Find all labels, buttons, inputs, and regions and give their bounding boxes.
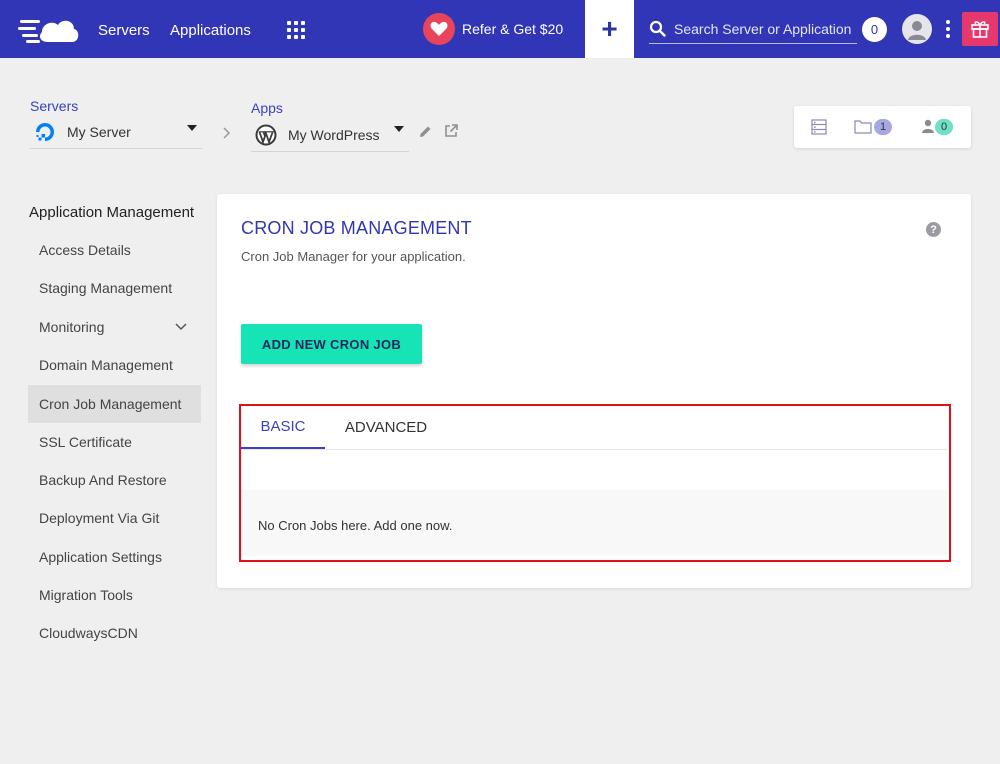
wordpress-icon: [255, 124, 277, 145]
sidebar-item-cloudwayscdn[interactable]: CloudwaysCDN: [28, 614, 201, 652]
sidebar-item-application-settings[interactable]: Application Settings: [28, 538, 201, 576]
annotation-highlight-box: [239, 404, 951, 562]
sidebar-item-cron-job-management[interactable]: Cron Job Management: [28, 385, 201, 423]
notification-count-badge[interactable]: 0: [862, 17, 887, 42]
sidebar-title: Application Management: [29, 204, 195, 221]
add-new-button[interactable]: +: [585, 0, 634, 58]
app-stats-card: 1 0: [794, 106, 971, 148]
server-name: My Server: [67, 123, 131, 140]
sidebar-item-monitoring[interactable]: Monitoring: [28, 308, 201, 346]
sidebar-item-label: Deployment Via Git: [39, 510, 160, 526]
heart-icon: [423, 13, 455, 45]
nav-servers[interactable]: Servers: [98, 22, 150, 39]
app-selector[interactable]: My WordPress: [251, 118, 409, 152]
digitalocean-icon: [36, 122, 54, 141]
refer-label: Refer & Get $20: [462, 21, 564, 37]
server-dropdown-caret-icon[interactable]: [187, 125, 197, 131]
sidebar-item-label: Access Details: [39, 242, 131, 258]
pencil-icon[interactable]: [419, 125, 432, 138]
sidebar-item-label: Domain Management: [39, 357, 173, 373]
folder-icon[interactable]: [854, 119, 872, 134]
sidebar-item-label: Application Settings: [39, 549, 162, 565]
gift-icon[interactable]: [962, 12, 998, 46]
apps-crumb-label: Apps: [251, 100, 283, 116]
folders-count-badge: 1: [874, 119, 892, 135]
app-dropdown-caret-icon[interactable]: [394, 126, 404, 132]
chevron-down-icon[interactable]: [175, 323, 187, 331]
sidebar-item-access-details[interactable]: Access Details: [28, 231, 201, 269]
kebab-menu-icon[interactable]: [946, 20, 950, 38]
sidebar-item-label: SSL Certificate: [39, 434, 132, 450]
page-title: CRON JOB MANAGEMENT: [241, 218, 472, 238]
top-navigation-bar: Servers Applications Refer & Get $20 + 0: [0, 0, 1000, 58]
sidebar-item-ssl-certificate[interactable]: SSL Certificate: [28, 423, 201, 461]
sidebar-item-label: Staging Management: [39, 280, 173, 296]
sidebar-item-backup-and-restore[interactable]: Backup And Restore: [28, 461, 201, 499]
sidebar-item-label: CloudwaysCDN: [39, 625, 138, 641]
cloudways-logo-icon[interactable]: [18, 12, 80, 46]
app-name: My WordPress: [288, 126, 380, 143]
add-new-cron-job-button[interactable]: ADD NEW CRON JOB: [241, 324, 422, 364]
server-list-icon[interactable]: [811, 119, 827, 135]
external-link-icon[interactable]: [444, 124, 458, 138]
users-count-badge: 0: [935, 119, 953, 135]
sidebar-item-label: Monitoring: [39, 319, 105, 335]
search-field: [649, 14, 857, 44]
sidebar-item-migration-tools[interactable]: Migration Tools: [28, 576, 201, 614]
help-icon[interactable]: ?: [926, 222, 941, 237]
sidebar-item-label: Migration Tools: [39, 587, 133, 603]
users-icon[interactable]: [921, 118, 935, 134]
refer-button[interactable]: Refer & Get $20: [423, 13, 563, 45]
sidebar-item-domain-management[interactable]: Domain Management: [28, 346, 201, 384]
servers-crumb-label: Servers: [30, 98, 79, 114]
user-avatar-icon[interactable]: [902, 14, 932, 44]
server-selector[interactable]: My Server: [30, 115, 202, 149]
nav-applications[interactable]: Applications: [170, 22, 251, 39]
search-icon: [649, 20, 666, 37]
apps-grid-icon[interactable]: [287, 21, 305, 39]
sidebar-item-staging-management[interactable]: Staging Management: [28, 269, 201, 307]
sidebar-item-deployment-via-git[interactable]: Deployment Via Git: [28, 499, 201, 537]
search-input[interactable]: [674, 20, 854, 37]
sidebar-item-label: Backup And Restore: [39, 472, 167, 488]
breadcrumb-chevron-icon: [223, 127, 231, 139]
page-subtitle: Cron Job Manager for your application.: [241, 249, 466, 264]
sidebar-item-label: Cron Job Management: [39, 396, 182, 412]
